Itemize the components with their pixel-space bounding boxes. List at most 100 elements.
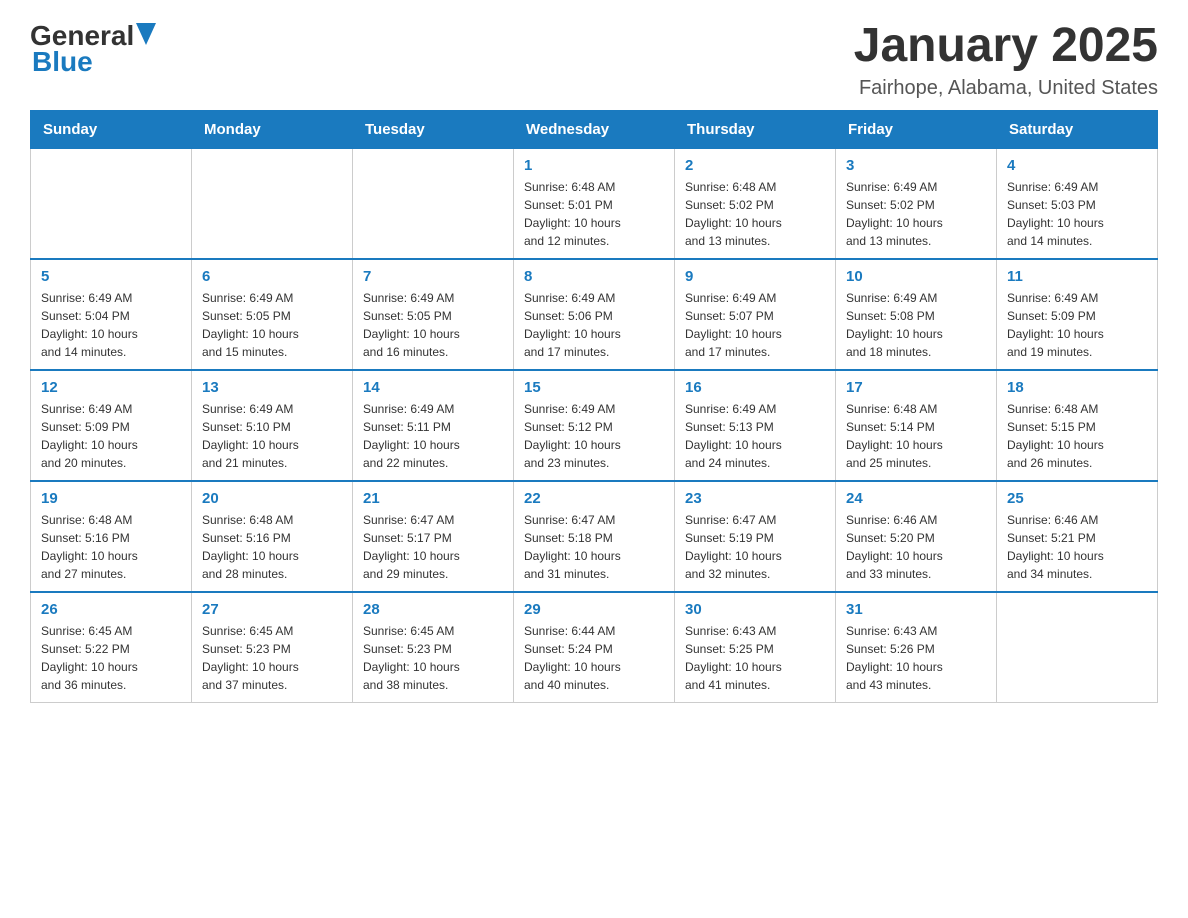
day-number: 2	[685, 157, 825, 174]
calendar-week-row: 5 Sunrise: 6:49 AM Sunset: 5:04 PM Daylig…	[31, 259, 1158, 370]
day-info: Sunrise: 6:49 AM Sunset: 5:09 PM Dayligh…	[41, 400, 181, 472]
calendar-cell: 26Sunrise: 6:45 AM Sunset: 5:22 PM Dayli…	[31, 592, 192, 703]
calendar-cell: 17 Sunrise: 6:48 AM Sunset: 5:14 PM Dayli…	[836, 370, 997, 481]
calendar-cell: 18 Sunrise: 6:48 AM Sunset: 5:15 PM Dayli…	[997, 370, 1158, 481]
calendar-cell: 7 Sunrise: 6:49 AM Sunset: 5:05 PM Daylig…	[353, 259, 514, 370]
day-info: Sunrise: 6:45 AM Sunset: 5:23 PM Dayligh…	[363, 622, 503, 694]
day-number: 18	[1007, 379, 1147, 396]
calendar-cell: 2 Sunrise: 6:48 AM Sunset: 5:02 PM Daylig…	[675, 148, 836, 259]
day-number: 27	[202, 601, 342, 618]
calendar-cell	[997, 592, 1158, 703]
day-info: Sunrise: 6:43 AM Sunset: 5:25 PM Dayligh…	[685, 622, 825, 694]
day-info: Sunrise: 6:47 AM Sunset: 5:17 PM Dayligh…	[363, 511, 503, 583]
day-number: 17	[846, 379, 986, 396]
calendar-cell: 23Sunrise: 6:47 AM Sunset: 5:19 PM Dayli…	[675, 481, 836, 592]
day-info: Sunrise: 6:48 AM Sunset: 5:14 PM Dayligh…	[846, 400, 986, 472]
calendar-cell: 27 Sunrise: 6:45 AM Sunset: 5:23 PM Dayli…	[192, 592, 353, 703]
day-info: Sunrise: 6:49 AM Sunset: 5:06 PM Dayligh…	[524, 289, 664, 361]
location-title: Fairhope, Alabama, United States	[854, 77, 1158, 100]
calendar-header-wednesday: Wednesday	[514, 110, 675, 148]
day-info: Sunrise: 6:45 AM Sunset: 5:23 PM Dayligh…	[202, 622, 342, 694]
calendar-cell: 9Sunrise: 6:49 AM Sunset: 5:07 PM Daylig…	[675, 259, 836, 370]
day-number: 31	[846, 601, 986, 618]
page-header: General Blue January 2025 Fairhope, Alab…	[30, 20, 1158, 100]
calendar-cell: 29Sunrise: 6:44 AM Sunset: 5:24 PM Dayli…	[514, 592, 675, 703]
calendar-header-row: SundayMondayTuesdayWednesdayThursdayFrid…	[31, 110, 1158, 148]
day-info: Sunrise: 6:49 AM Sunset: 5:13 PM Dayligh…	[685, 400, 825, 472]
calendar-cell: 21 Sunrise: 6:47 AM Sunset: 5:17 PM Dayli…	[353, 481, 514, 592]
calendar-cell: 11 Sunrise: 6:49 AM Sunset: 5:09 PM Dayli…	[997, 259, 1158, 370]
day-number: 5	[41, 268, 181, 285]
day-number: 6	[202, 268, 342, 285]
day-info: Sunrise: 6:49 AM Sunset: 5:11 PM Dayligh…	[363, 400, 503, 472]
calendar-cell: 10Sunrise: 6:49 AM Sunset: 5:08 PM Dayli…	[836, 259, 997, 370]
day-info: Sunrise: 6:49 AM Sunset: 5:12 PM Dayligh…	[524, 400, 664, 472]
day-number: 23	[685, 490, 825, 507]
logo-triangle-icon	[136, 23, 156, 45]
day-number: 1	[524, 157, 664, 174]
title-area: January 2025 Fairhope, Alabama, United S…	[854, 20, 1158, 100]
day-number: 16	[685, 379, 825, 396]
calendar-cell: 31Sunrise: 6:43 AM Sunset: 5:26 PM Dayli…	[836, 592, 997, 703]
month-title: January 2025	[854, 20, 1158, 73]
day-info: Sunrise: 6:49 AM Sunset: 5:10 PM Dayligh…	[202, 400, 342, 472]
day-info: Sunrise: 6:49 AM Sunset: 5:04 PM Dayligh…	[41, 289, 181, 361]
calendar-cell: 3 Sunrise: 6:49 AM Sunset: 5:02 PM Daylig…	[836, 148, 997, 259]
day-info: Sunrise: 6:48 AM Sunset: 5:01 PM Dayligh…	[524, 178, 664, 250]
calendar-header-friday: Friday	[836, 110, 997, 148]
calendar-cell	[192, 148, 353, 259]
calendar-cell: 4 Sunrise: 6:49 AM Sunset: 5:03 PM Daylig…	[997, 148, 1158, 259]
calendar-cell: 15Sunrise: 6:49 AM Sunset: 5:12 PM Dayli…	[514, 370, 675, 481]
day-info: Sunrise: 6:48 AM Sunset: 5:02 PM Dayligh…	[685, 178, 825, 250]
calendar-cell: 30 Sunrise: 6:43 AM Sunset: 5:25 PM Dayli…	[675, 592, 836, 703]
calendar-cell	[31, 148, 192, 259]
day-info: Sunrise: 6:46 AM Sunset: 5:21 PM Dayligh…	[1007, 511, 1147, 583]
logo-blue: Blue	[32, 46, 93, 78]
day-number: 7	[363, 268, 503, 285]
day-number: 30	[685, 601, 825, 618]
calendar-cell	[353, 148, 514, 259]
day-number: 25	[1007, 490, 1147, 507]
day-number: 10	[846, 268, 986, 285]
calendar-cell: 19Sunrise: 6:48 AM Sunset: 5:16 PM Dayli…	[31, 481, 192, 592]
calendar-header-tuesday: Tuesday	[353, 110, 514, 148]
calendar-header-saturday: Saturday	[997, 110, 1158, 148]
calendar-header-thursday: Thursday	[675, 110, 836, 148]
calendar-table: SundayMondayTuesdayWednesdayThursdayFrid…	[30, 110, 1158, 703]
day-number: 3	[846, 157, 986, 174]
day-info: Sunrise: 6:48 AM Sunset: 5:16 PM Dayligh…	[202, 511, 342, 583]
day-info: Sunrise: 6:46 AM Sunset: 5:20 PM Dayligh…	[846, 511, 986, 583]
day-number: 8	[524, 268, 664, 285]
day-info: Sunrise: 6:49 AM Sunset: 5:05 PM Dayligh…	[363, 289, 503, 361]
day-number: 4	[1007, 157, 1147, 174]
calendar-cell: 14 Sunrise: 6:49 AM Sunset: 5:11 PM Dayli…	[353, 370, 514, 481]
day-info: Sunrise: 6:49 AM Sunset: 5:03 PM Dayligh…	[1007, 178, 1147, 250]
calendar-header-monday: Monday	[192, 110, 353, 148]
day-number: 9	[685, 268, 825, 285]
calendar-week-row: 26Sunrise: 6:45 AM Sunset: 5:22 PM Dayli…	[31, 592, 1158, 703]
calendar-cell: 20 Sunrise: 6:48 AM Sunset: 5:16 PM Dayli…	[192, 481, 353, 592]
day-info: Sunrise: 6:49 AM Sunset: 5:05 PM Dayligh…	[202, 289, 342, 361]
calendar-week-row: 19Sunrise: 6:48 AM Sunset: 5:16 PM Dayli…	[31, 481, 1158, 592]
calendar-cell: 1 Sunrise: 6:48 AM Sunset: 5:01 PM Daylig…	[514, 148, 675, 259]
day-info: Sunrise: 6:49 AM Sunset: 5:09 PM Dayligh…	[1007, 289, 1147, 361]
day-info: Sunrise: 6:48 AM Sunset: 5:15 PM Dayligh…	[1007, 400, 1147, 472]
day-number: 11	[1007, 268, 1147, 285]
day-number: 20	[202, 490, 342, 507]
day-info: Sunrise: 6:44 AM Sunset: 5:24 PM Dayligh…	[524, 622, 664, 694]
day-info: Sunrise: 6:47 AM Sunset: 5:18 PM Dayligh…	[524, 511, 664, 583]
day-info: Sunrise: 6:45 AM Sunset: 5:22 PM Dayligh…	[41, 622, 181, 694]
calendar-cell: 16 Sunrise: 6:49 AM Sunset: 5:13 PM Dayli…	[675, 370, 836, 481]
calendar-header-sunday: Sunday	[31, 110, 192, 148]
logo: General Blue	[30, 20, 156, 78]
calendar-cell: 25 Sunrise: 6:46 AM Sunset: 5:21 PM Dayli…	[997, 481, 1158, 592]
calendar-cell: 22Sunrise: 6:47 AM Sunset: 5:18 PM Dayli…	[514, 481, 675, 592]
day-number: 12	[41, 379, 181, 396]
calendar-cell: 5 Sunrise: 6:49 AM Sunset: 5:04 PM Daylig…	[31, 259, 192, 370]
calendar-cell: 28Sunrise: 6:45 AM Sunset: 5:23 PM Dayli…	[353, 592, 514, 703]
day-number: 14	[363, 379, 503, 396]
day-number: 24	[846, 490, 986, 507]
day-number: 21	[363, 490, 503, 507]
day-info: Sunrise: 6:49 AM Sunset: 5:02 PM Dayligh…	[846, 178, 986, 250]
calendar-cell: 24 Sunrise: 6:46 AM Sunset: 5:20 PM Dayli…	[836, 481, 997, 592]
